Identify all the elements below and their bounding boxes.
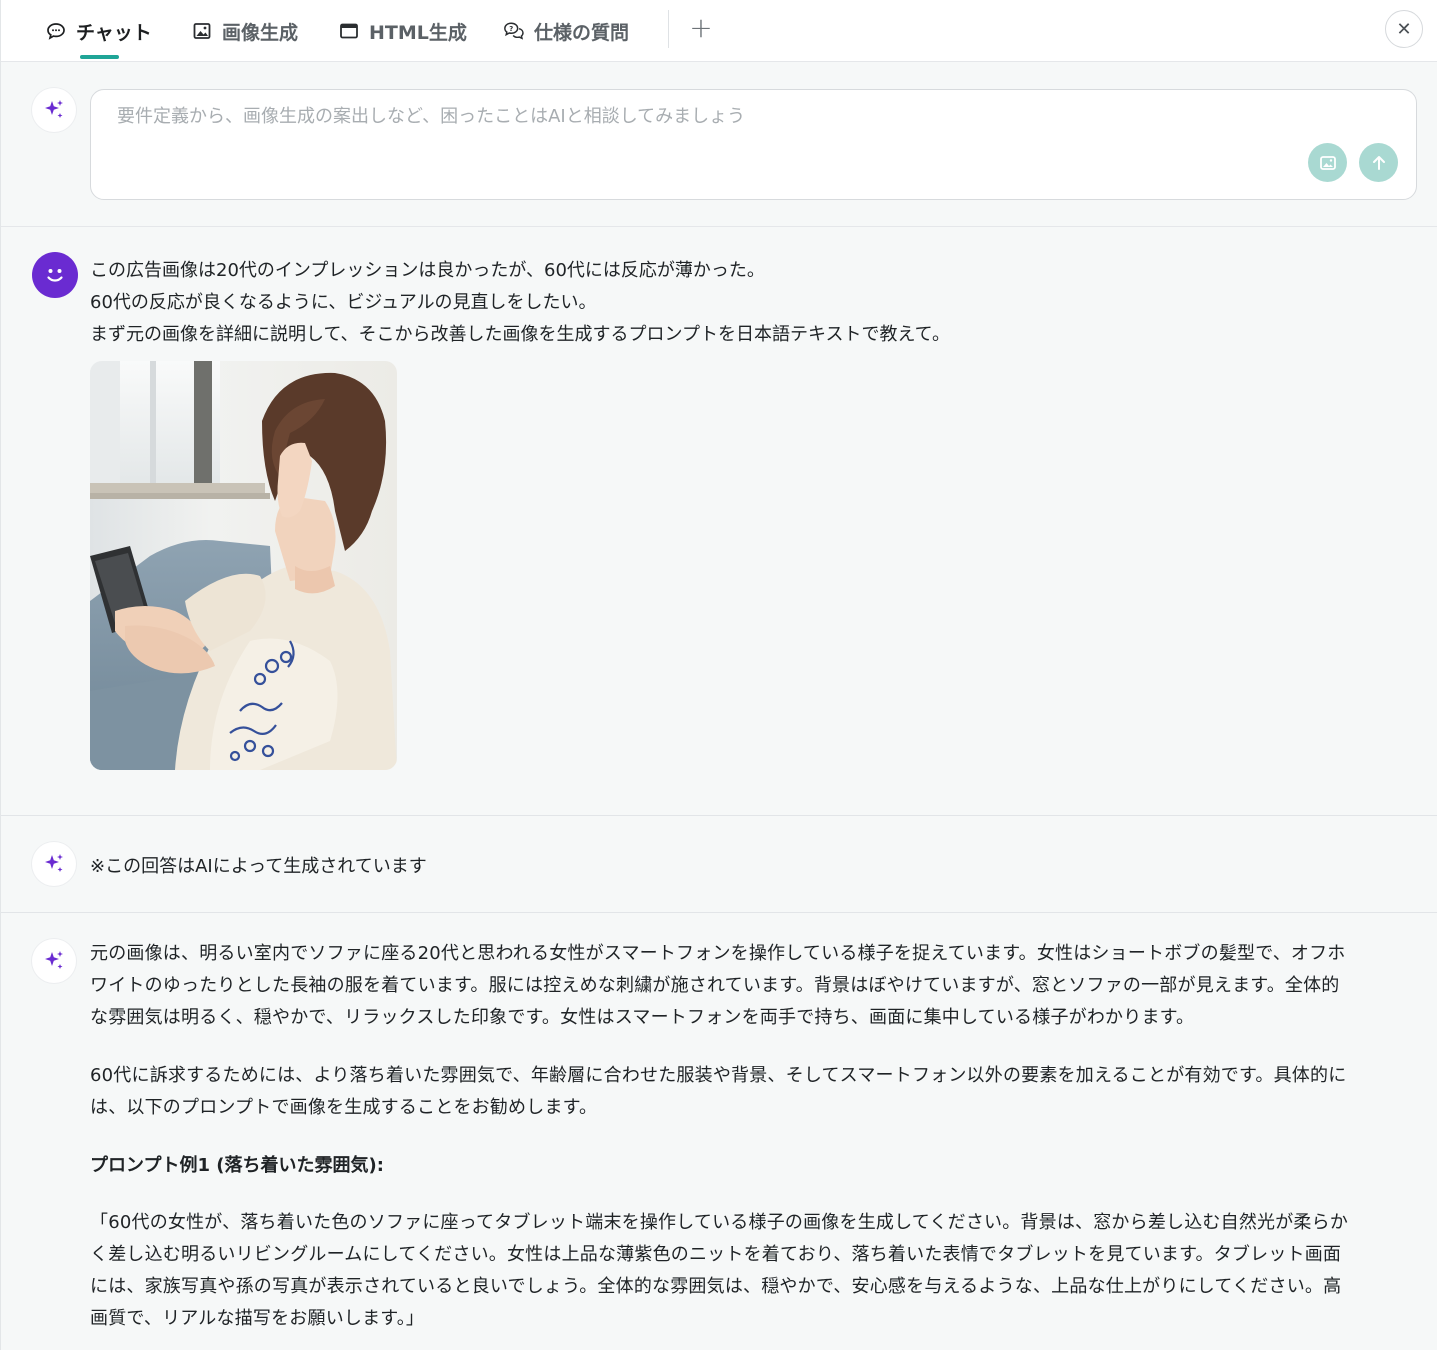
tab-spec-question[interactable]: ? 仕様の質問 xyxy=(503,0,629,62)
sparkle-icon xyxy=(45,951,63,969)
answer-paragraph: 元の画像は、明るい室内でソファに座る20代と思われる女性がスマートフォンを操作し… xyxy=(90,938,1418,1034)
user-message-line: まず元の画像を詳細に説明して、そこから改善した画像を生成するプロンプトを日本語テ… xyxy=(90,324,951,345)
attach-image-button[interactable] xyxy=(1308,143,1347,182)
prompt-example-heading: プロンプト例1 (落ち着いた雰囲気): xyxy=(90,1155,384,1176)
answer-line: ワイトのゆったりとした長袖の服を着ています。服には控えめな刺繍が施されています。… xyxy=(90,975,1340,996)
attached-ad-image[interactable] xyxy=(90,361,397,770)
answer-line: 画質で、リアルな描写をお願いします。」 xyxy=(90,1308,425,1329)
tab-chat[interactable]: チャット xyxy=(45,0,152,62)
user-message-line: 60代の反応が良くなるように、ビジュアルの見直しをしたい。 xyxy=(90,292,597,313)
answer-line: には、家族写真や孫の写真が表示されていると良いでしょう。全体的な雰囲気は、穏やか… xyxy=(90,1276,1342,1297)
answer-line: は、以下のプロンプトで画像を生成することをお勧めします。 xyxy=(90,1097,598,1118)
question-chat-icon: ? xyxy=(503,20,525,42)
answer-line: な雰囲気は明るく、穏やかで、リラックスした印象です。女性はスマートフォンを両手で… xyxy=(90,1007,1195,1028)
answer-line: く差し込む明るいリビングルームにしてください。女性は上品な薄紫色のニットを着てお… xyxy=(90,1244,1342,1265)
ai-notice-text: ※この回答はAIによって生成されています xyxy=(90,856,427,877)
tab-chat-label: チャット xyxy=(76,21,152,44)
chat-bubble-icon xyxy=(45,20,67,42)
ai-notice-message: ※この回答はAIによって生成されています xyxy=(1,816,1437,913)
user-avatar xyxy=(32,252,78,298)
user-message-line: この広告画像は20代のインプレッションは良かったが、60代には反応が薄かった。 xyxy=(90,260,765,281)
ai-avatar xyxy=(32,939,76,983)
sparkle-icon xyxy=(45,100,63,118)
chat-app: チャット 画像生成 HTML生成 ? 仕様の質問 + ✕ 要件定義から、画像生成… xyxy=(0,0,1437,1350)
ai-answer-message: 元の画像は、明るい室内でソファに座る20代と思われる女性がスマートフォンを操作し… xyxy=(1,913,1437,1350)
close-button[interactable]: ✕ xyxy=(1385,10,1423,48)
send-button[interactable] xyxy=(1359,143,1398,182)
image-icon xyxy=(1319,155,1336,170)
ai-avatar xyxy=(32,842,76,886)
answer-line: 「60代の女性が、落ち着いた色のソファに座ってタブレット端末を操作している様子の… xyxy=(90,1212,1349,1233)
answer-paragraph: 60代に訴求するためには、より落ち着いた雰囲気で、年齢層に合わせた服装や背景、そ… xyxy=(90,1060,1418,1124)
tab-bar: チャット 画像生成 HTML生成 ? 仕様の質問 + ✕ xyxy=(1,0,1437,62)
tab-image-generation-label: 画像生成 xyxy=(222,21,299,44)
answer-line: 60代に訴求するためには、より落ち着いた雰囲気で、年齢層に合わせた服装や背景、そ… xyxy=(90,1065,1347,1086)
answer-line: 元の画像は、明るい室内でソファに座る20代と思われる女性がスマートフォンを操作し… xyxy=(90,943,1346,964)
message-input-box[interactable] xyxy=(90,89,1417,200)
window-icon xyxy=(338,20,360,42)
tab-spec-question-label: 仕様の質問 xyxy=(534,21,630,44)
message-input[interactable] xyxy=(117,106,1297,127)
add-tab-button[interactable]: + xyxy=(687,14,715,42)
tab-html-generation-label: HTML生成 xyxy=(369,21,467,44)
answer-paragraph: 「60代の女性が、落ち着いた色のソファに座ってタブレット端末を操作している様子の… xyxy=(90,1207,1418,1335)
sparkle-icon xyxy=(45,854,63,872)
tab-divider xyxy=(668,10,669,48)
plus-icon: + xyxy=(689,11,713,44)
ai-avatar xyxy=(32,88,76,132)
smiley-icon xyxy=(47,269,63,282)
close-icon: ✕ xyxy=(1396,18,1412,40)
image-icon xyxy=(191,20,213,42)
tab-image-generation[interactable]: 画像生成 xyxy=(191,0,298,62)
active-tab-indicator xyxy=(80,55,119,59)
svg-text:?: ? xyxy=(509,25,513,33)
arrow-up-icon xyxy=(1372,155,1385,170)
tab-html-generation[interactable]: HTML生成 xyxy=(338,0,467,62)
composer xyxy=(1,62,1437,227)
